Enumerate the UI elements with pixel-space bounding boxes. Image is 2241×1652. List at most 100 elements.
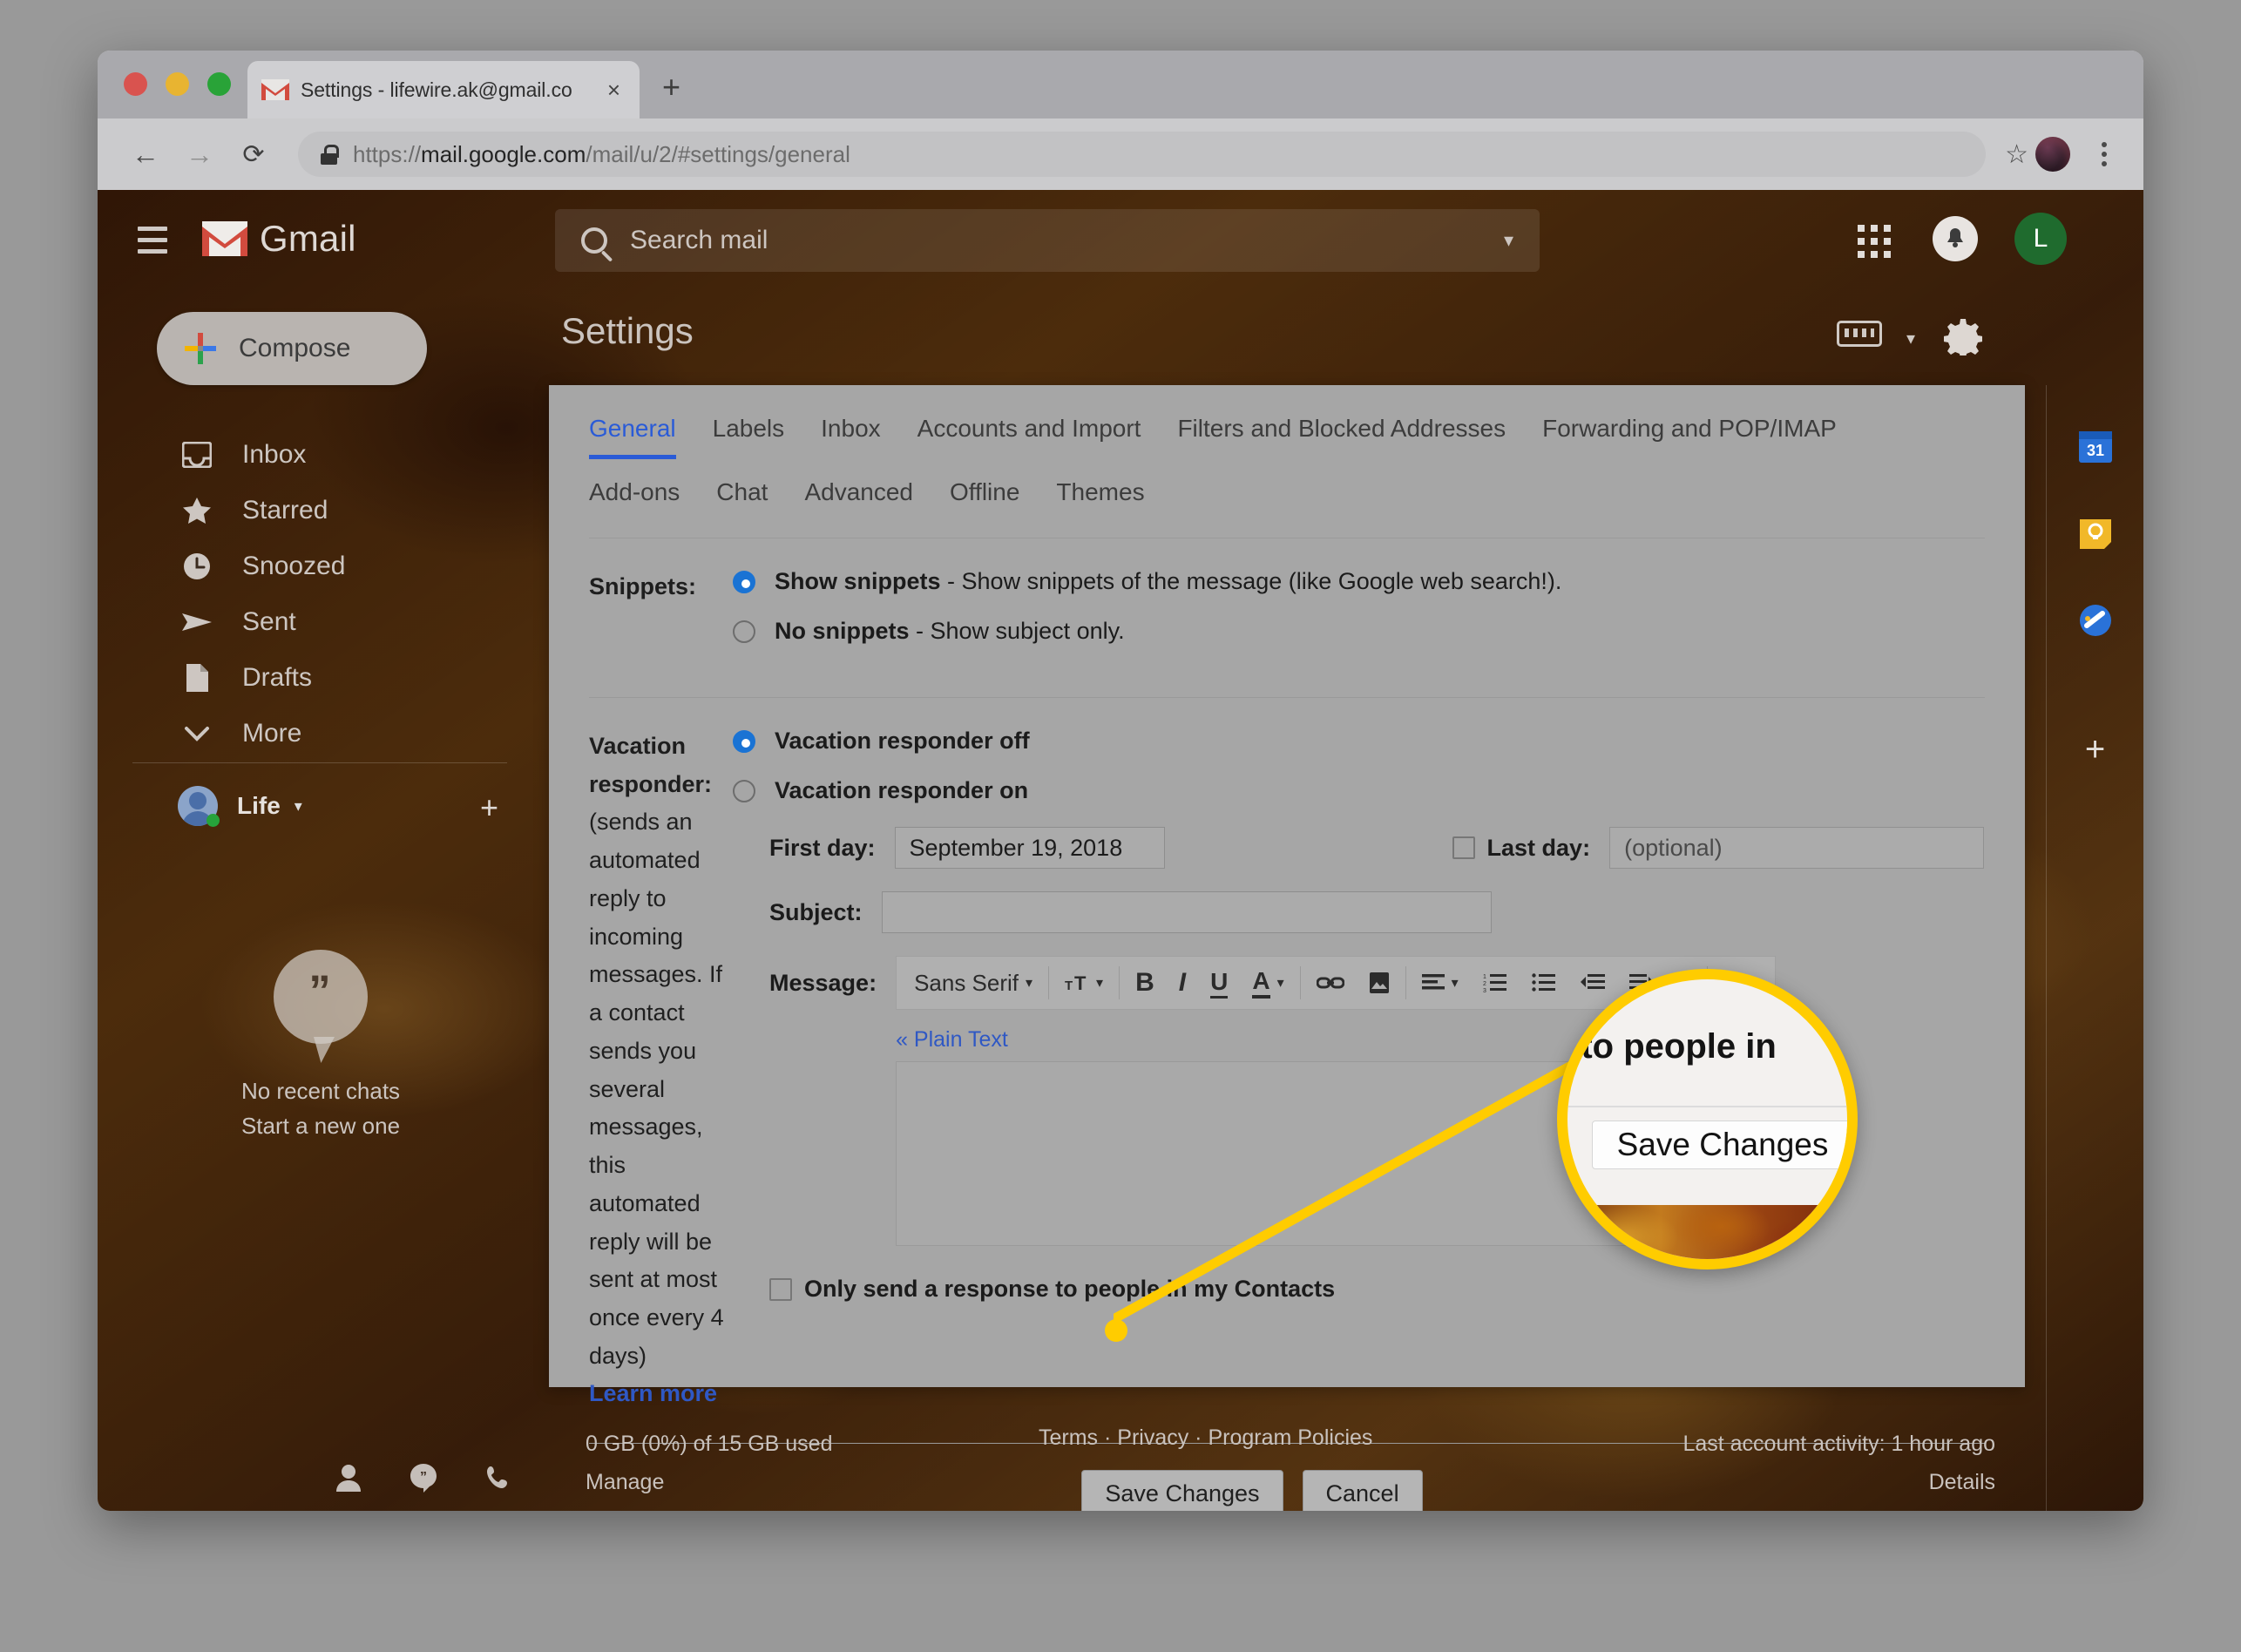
tab-offline[interactable]: Offline: [950, 478, 1019, 518]
sidebar-item-more[interactable]: More: [98, 706, 544, 762]
draft-icon: [181, 662, 213, 694]
tab-general[interactable]: General: [589, 415, 676, 459]
text-color-icon[interactable]: A ▾: [1240, 963, 1296, 1003]
notifications-bell-icon[interactable]: [1933, 216, 1978, 261]
link-icon[interactable]: [1304, 963, 1357, 1003]
sidebar-item-starred[interactable]: Starred: [98, 483, 544, 538]
google-calendar-icon[interactable]: 31: [2069, 420, 2122, 472]
radio-button[interactable]: [733, 570, 755, 593]
bold-icon[interactable]: B: [1123, 963, 1167, 1003]
font-family-value: Sans Serif: [914, 969, 1019, 996]
window-controls[interactable]: [124, 72, 231, 96]
tab-accounts-and-import[interactable]: Accounts and Import: [917, 415, 1141, 455]
google-apps-grid-icon[interactable]: [1858, 225, 1891, 258]
toolbar-divider: [1405, 966, 1406, 999]
browser-tab-active[interactable]: Settings - lifewire.ak@gmail.co ×: [247, 61, 640, 118]
magnifier-content: e to people in Save Changes: [1567, 979, 1847, 1259]
search-options-chevron-down-icon[interactable]: ▾: [1504, 229, 1513, 252]
sidebar-label: Inbox: [242, 440, 307, 469]
sidebar-label: More: [242, 719, 302, 748]
toolbar-divider: [1299, 966, 1301, 999]
add-chat-button[interactable]: +: [480, 789, 498, 826]
tab-chat[interactable]: Chat: [716, 478, 768, 518]
display-density-icon[interactable]: [1837, 321, 1882, 347]
google-keep-icon[interactable]: [2069, 507, 2122, 559]
subject-input[interactable]: [881, 891, 1492, 933]
vacation-responder-title: Vacation responder:: [589, 733, 713, 797]
radio-vacation-off[interactable]: Vacation responder off: [733, 728, 1985, 755]
snippets-row: Snippets: Show snippets - Show snippets …: [589, 538, 1985, 667]
radio-no-snippets[interactable]: No snippets - Show subject only.: [733, 618, 1985, 645]
chevron-down-icon[interactable]: ▾: [295, 797, 302, 816]
sidebar-item-drafts[interactable]: Drafts: [98, 650, 544, 706]
new-tab-button[interactable]: +: [662, 71, 680, 103]
tab-filters-and-blocked-addresses[interactable]: Filters and Blocked Addresses: [1177, 415, 1506, 455]
tab-add-ons[interactable]: Add-ons: [589, 478, 680, 518]
radio-button[interactable]: [733, 729, 755, 753]
chevron-down-icon: ▾: [1026, 976, 1033, 991]
insert-image-icon[interactable]: [1357, 963, 1402, 1003]
chat-account-row[interactable]: Life ▾: [98, 786, 544, 826]
footer-legal-links[interactable]: Terms · Privacy · Program Policies: [1039, 1425, 1372, 1450]
sidebar-label: Sent: [242, 607, 296, 636]
compose-button[interactable]: Compose: [157, 312, 427, 385]
numbered-list-icon[interactable]: 123: [1471, 963, 1520, 1003]
font-family-select[interactable]: Sans Serif ▾: [902, 963, 1045, 1003]
close-window-button[interactable]: [124, 72, 147, 96]
font-size-icon[interactable]: TT ▾: [1053, 963, 1115, 1003]
minimize-window-button[interactable]: [166, 72, 189, 96]
underline-icon[interactable]: U: [1198, 963, 1240, 1003]
manage-storage-link[interactable]: Manage: [586, 1464, 832, 1502]
star-icon: [181, 495, 213, 526]
contacts-only-row[interactable]: Only send a response to people in my Con…: [733, 1276, 1985, 1303]
tab-labels[interactable]: Labels: [713, 415, 785, 455]
search-mail-input[interactable]: Search mail ▾: [555, 209, 1540, 272]
chat-empty-line1: No recent chats: [240, 1078, 401, 1104]
plain-text-link[interactable]: « Plain Text: [896, 1027, 1008, 1053]
tab-inbox[interactable]: Inbox: [821, 415, 881, 455]
activity-details-link[interactable]: Details: [1682, 1464, 1995, 1502]
tab-forwarding-and-pop-imap[interactable]: Forwarding and POP/IMAP: [1542, 415, 1837, 455]
first-day-row: First day: September 19, 2018 Last day: …: [733, 827, 1985, 869]
account-avatar[interactable]: L: [2014, 213, 2067, 265]
italic-icon[interactable]: I: [1167, 963, 1198, 1003]
reload-button[interactable]: ⟳: [227, 139, 281, 170]
browser-window: Settings - lifewire.ak@gmail.co × + ← → …: [98, 51, 2143, 1511]
radio-button[interactable]: [733, 779, 755, 802]
close-tab-button[interactable]: ×: [602, 78, 626, 101]
tab-advanced[interactable]: Advanced: [804, 478, 913, 518]
chrome-menu-button[interactable]: [2084, 142, 2124, 166]
add-app-button[interactable]: +: [2047, 730, 2143, 769]
bulleted-list-icon[interactable]: [1520, 963, 1568, 1003]
radio-label: Vacation responder off: [775, 728, 1030, 755]
gmail-wordmark: Gmail: [260, 218, 356, 259]
gear-icon[interactable]: [1943, 317, 1983, 360]
back-button[interactable]: ←: [118, 139, 173, 171]
gmail-logo[interactable]: Gmail: [202, 218, 356, 260]
sidebar-item-snoozed[interactable]: Snoozed: [98, 538, 544, 594]
contacts-only-checkbox[interactable]: [769, 1277, 792, 1301]
first-day-input[interactable]: September 19, 2018: [894, 827, 1165, 869]
learn-more-link[interactable]: Learn more: [589, 1380, 717, 1406]
last-day-checkbox[interactable]: [1452, 836, 1475, 859]
hangouts-icon: ”: [274, 950, 368, 1044]
radio-show-snippets[interactable]: Show snippets - Show snippets of the mes…: [733, 568, 1985, 595]
magnified-save-changes-button[interactable]: Save Changes: [1592, 1121, 1847, 1169]
last-day-input[interactable]: (optional): [1609, 827, 1985, 869]
radio-button[interactable]: [733, 620, 755, 643]
sidebar-item-sent[interactable]: Sent: [98, 594, 544, 650]
sidebar-item-inbox[interactable]: Inbox: [98, 427, 544, 483]
google-tasks-icon[interactable]: [2069, 594, 2122, 647]
bookmark-star-icon[interactable]: ☆: [2005, 139, 2028, 170]
chevron-down-icon[interactable]: ▾: [1906, 328, 1915, 349]
magnified-divider: [1567, 1106, 1847, 1107]
main-menu-icon[interactable]: [138, 227, 167, 261]
tab-themes[interactable]: Themes: [1056, 478, 1144, 518]
chrome-profile-avatar[interactable]: [2035, 137, 2070, 172]
radio-vacation-on[interactable]: Vacation responder on: [733, 777, 1985, 804]
address-bar[interactable]: https://mail.google.com/mail/u/2/#settin…: [298, 132, 1987, 177]
forward-button[interactable]: →: [173, 139, 227, 171]
align-icon[interactable]: ▾: [1410, 963, 1471, 1003]
maximize-window-button[interactable]: [207, 72, 231, 96]
svg-text:2: 2: [1483, 981, 1486, 987]
